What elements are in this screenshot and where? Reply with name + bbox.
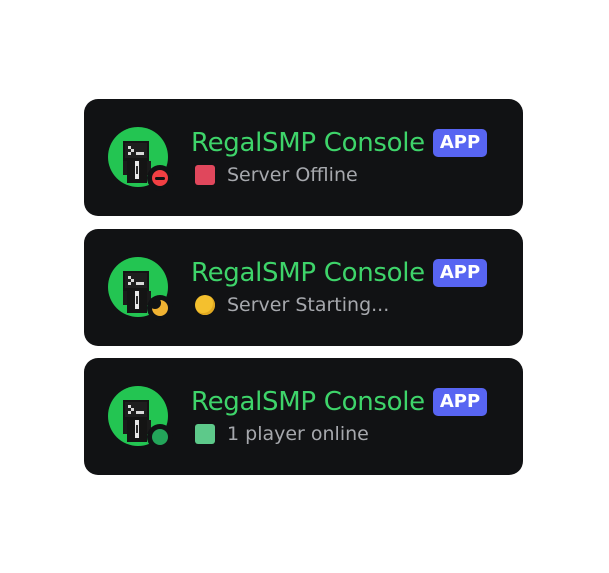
- bot-name[interactable]: RegalSMP Console: [191, 126, 425, 160]
- title-row: RegalSMP Console APP: [191, 385, 488, 419]
- custom-status: Server Offline: [195, 162, 358, 188]
- yellow-circle-icon: [195, 295, 215, 315]
- custom-status: Server Starting...: [195, 292, 389, 318]
- bot-profile-card[interactable]: RegalSMP Console APP 1 player online: [84, 358, 523, 475]
- status-indicator: [147, 295, 173, 321]
- bot-profile-card[interactable]: RegalSMP Console APP Server Offline: [84, 99, 523, 216]
- app-badge: APP: [432, 259, 488, 287]
- avatar-container[interactable]: [108, 386, 173, 450]
- avatar-container[interactable]: [108, 257, 173, 321]
- status-indicator: [147, 165, 173, 191]
- status-indicator: [147, 424, 173, 450]
- status-text: 1 player online: [227, 423, 369, 445]
- bot-profile-card[interactable]: RegalSMP Console APP Server Starting...: [84, 229, 523, 346]
- app-badge: APP: [432, 129, 488, 157]
- status-text: Server Starting...: [227, 294, 390, 316]
- status-text: Server Offline: [227, 164, 358, 186]
- title-row: RegalSMP Console APP: [191, 256, 488, 290]
- bot-name[interactable]: RegalSMP Console: [191, 256, 425, 290]
- do-not-disturb-icon: [152, 170, 168, 186]
- bot-name[interactable]: RegalSMP Console: [191, 385, 425, 419]
- idle-moon-icon: [149, 297, 168, 316]
- online-icon: [152, 429, 168, 445]
- green-square-icon: [195, 424, 215, 444]
- red-square-icon: [195, 165, 215, 185]
- app-badge: APP: [432, 388, 488, 416]
- custom-status: 1 player online: [195, 421, 369, 447]
- title-row: RegalSMP Console APP: [191, 126, 488, 160]
- avatar-container[interactable]: [108, 127, 173, 191]
